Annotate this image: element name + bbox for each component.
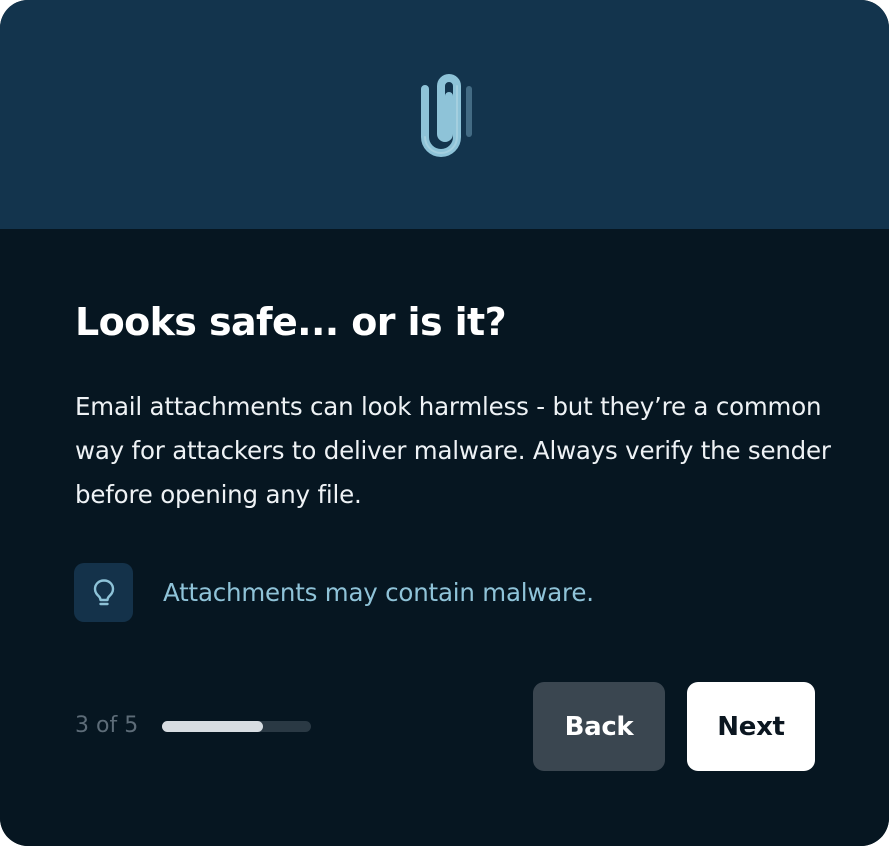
lightbulb-icon xyxy=(93,579,115,606)
progress-label: 3 of 5 xyxy=(75,713,139,738)
progress-bar-fill xyxy=(162,721,264,732)
paperclip-icon xyxy=(421,74,472,157)
card-body-text: Email attachments can look harmless - bu… xyxy=(75,392,831,509)
card-hero xyxy=(0,0,889,229)
card-content: Looks safe... or is it? Email attachment… xyxy=(0,229,889,846)
tip-icon-badge xyxy=(74,563,133,622)
progress-bar xyxy=(162,721,311,732)
back-button[interactable]: Back xyxy=(533,682,665,771)
tip-text: Attachments may contain malware. xyxy=(163,578,594,607)
next-button[interactable]: Next xyxy=(687,682,815,771)
onboarding-card: Looks safe... or is it? Email attachment… xyxy=(0,0,889,846)
card-title: Looks safe... or is it? xyxy=(75,300,507,344)
